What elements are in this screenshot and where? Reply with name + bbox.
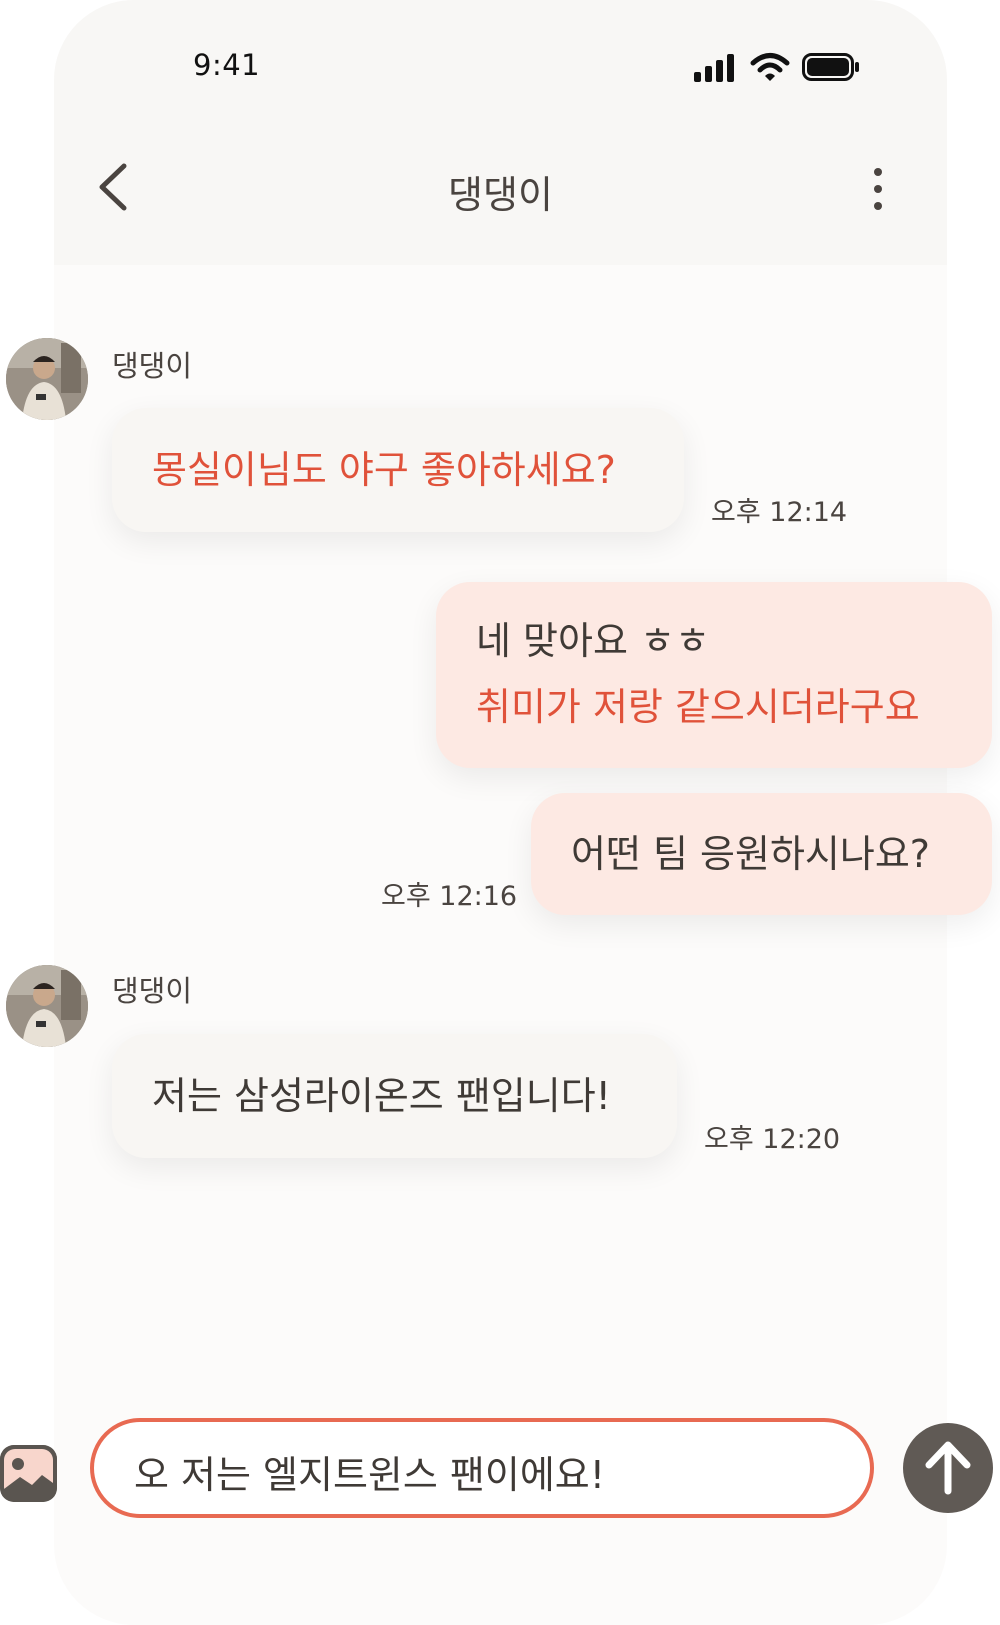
battery-icon	[802, 53, 859, 81]
message-time: 오후 12:14	[711, 497, 848, 528]
message-input-value: 오 저는 엘지트윈스 팬이에요!	[134, 1453, 605, 1497]
message-text: 취미가 저랑 같으시더라구요	[476, 685, 920, 729]
send-arrow-icon	[925, 1441, 971, 1495]
message-input[interactable]: 오 저는 엘지트윈스 팬이에요!	[90, 1418, 874, 1518]
message-bubble[interactable]: 몽실이님도 야구 좋아하세요?	[112, 408, 684, 532]
status-time: 9:41	[193, 48, 261, 82]
message-time: 오후 12:16	[381, 881, 518, 912]
photo-icon[interactable]	[0, 1445, 57, 1502]
message-bubble[interactable]: 어떤 팀 응원하시나요?	[531, 793, 992, 915]
wifi-icon	[750, 53, 790, 81]
message-time: 오후 12:20	[704, 1124, 841, 1155]
message-bubble[interactable]: 저는 삼성라이온즈 팬입니다!	[112, 1034, 677, 1158]
message-text: 어떤 팀 응원하시나요?	[571, 832, 930, 876]
sender-name: 댕댕이	[112, 349, 193, 383]
more-vertical-icon[interactable]	[872, 168, 884, 212]
avatar[interactable]	[6, 338, 88, 420]
page-title: 댕댕이	[448, 173, 553, 217]
message-text: 저는 삼성라이온즈 팬입니다!	[152, 1074, 611, 1118]
message-bubble[interactable]: 네 맞아요 ㅎㅎ 취미가 저랑 같으시더라구요	[436, 582, 992, 768]
signal-icon	[694, 52, 738, 82]
message-text: 몽실이님도 야구 좋아하세요?	[152, 448, 616, 492]
top-bar: 9:41 댕댕이	[54, 0, 947, 265]
avatar[interactable]	[6, 965, 88, 1047]
sender-name: 댕댕이	[112, 974, 193, 1008]
send-button[interactable]	[903, 1423, 993, 1513]
message-text: 네 맞아요 ㅎㅎ	[476, 619, 710, 663]
